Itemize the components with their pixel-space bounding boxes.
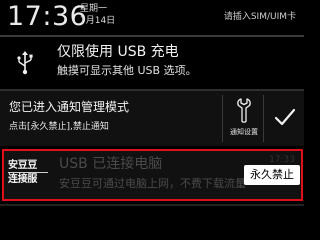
usb-connected-subtitle: 安豆豆可通过电脑上网，不费下载流量 bbox=[59, 177, 246, 190]
confirm-button[interactable] bbox=[266, 95, 302, 142]
notification-manager-banner: 您已进入通知管理模式 点击[永久禁止],禁止通知 通知设置 bbox=[0, 91, 304, 146]
usb-icon bbox=[17, 51, 33, 75]
date-label: 7月14日 bbox=[80, 16, 116, 26]
clock-time: 17:36 bbox=[7, 1, 88, 32]
usb-charging-notification[interactable]: 仅限使用 USB 充电 触摸可显示其他 USB 选项。 bbox=[0, 37, 304, 89]
notification-manager-title: 您已进入通知管理模式 bbox=[9, 100, 130, 114]
notification-manager-hint: 点击[永久禁止],禁止通知 bbox=[9, 122, 109, 132]
notification-settings-button[interactable]: 通知设置 bbox=[222, 95, 264, 142]
usb-charging-subtitle: 触摸可显示其他 USB 选项。 bbox=[57, 64, 197, 77]
weekday-label: 星期一 bbox=[80, 4, 108, 14]
carrier-status-text: 请插入SIM/UIM卡 bbox=[223, 12, 296, 22]
usb-charging-title: 仅限使用 USB 充电 bbox=[57, 44, 179, 60]
shade-empty-area bbox=[0, 206, 304, 235]
app-logo-line2: 连接服 bbox=[8, 174, 38, 185]
check-icon bbox=[274, 108, 296, 126]
notification-settings-label: 通知设置 bbox=[230, 128, 258, 136]
status-header: 17:36 星期一 7月14日 请插入SIM/UIM卡 bbox=[0, 0, 304, 35]
usb-connected-title: USB 已连接电脑 bbox=[59, 156, 163, 172]
usb-connected-notification[interactable]: 安豆豆 连接服 USB 已连接电脑 安豆豆可通过电脑上网，不费下载流量 17:3… bbox=[2, 149, 303, 201]
wrench-icon bbox=[237, 98, 251, 123]
app-logo: 安豆豆 连接服 bbox=[8, 159, 48, 191]
ban-forever-button[interactable]: 永久禁止 bbox=[244, 165, 300, 185]
app-logo-line1: 安豆豆 bbox=[8, 159, 48, 173]
notification-shade: 17:36 星期一 7月14日 请插入SIM/UIM卡 仅限使用 USB 充电 … bbox=[0, 0, 304, 235]
